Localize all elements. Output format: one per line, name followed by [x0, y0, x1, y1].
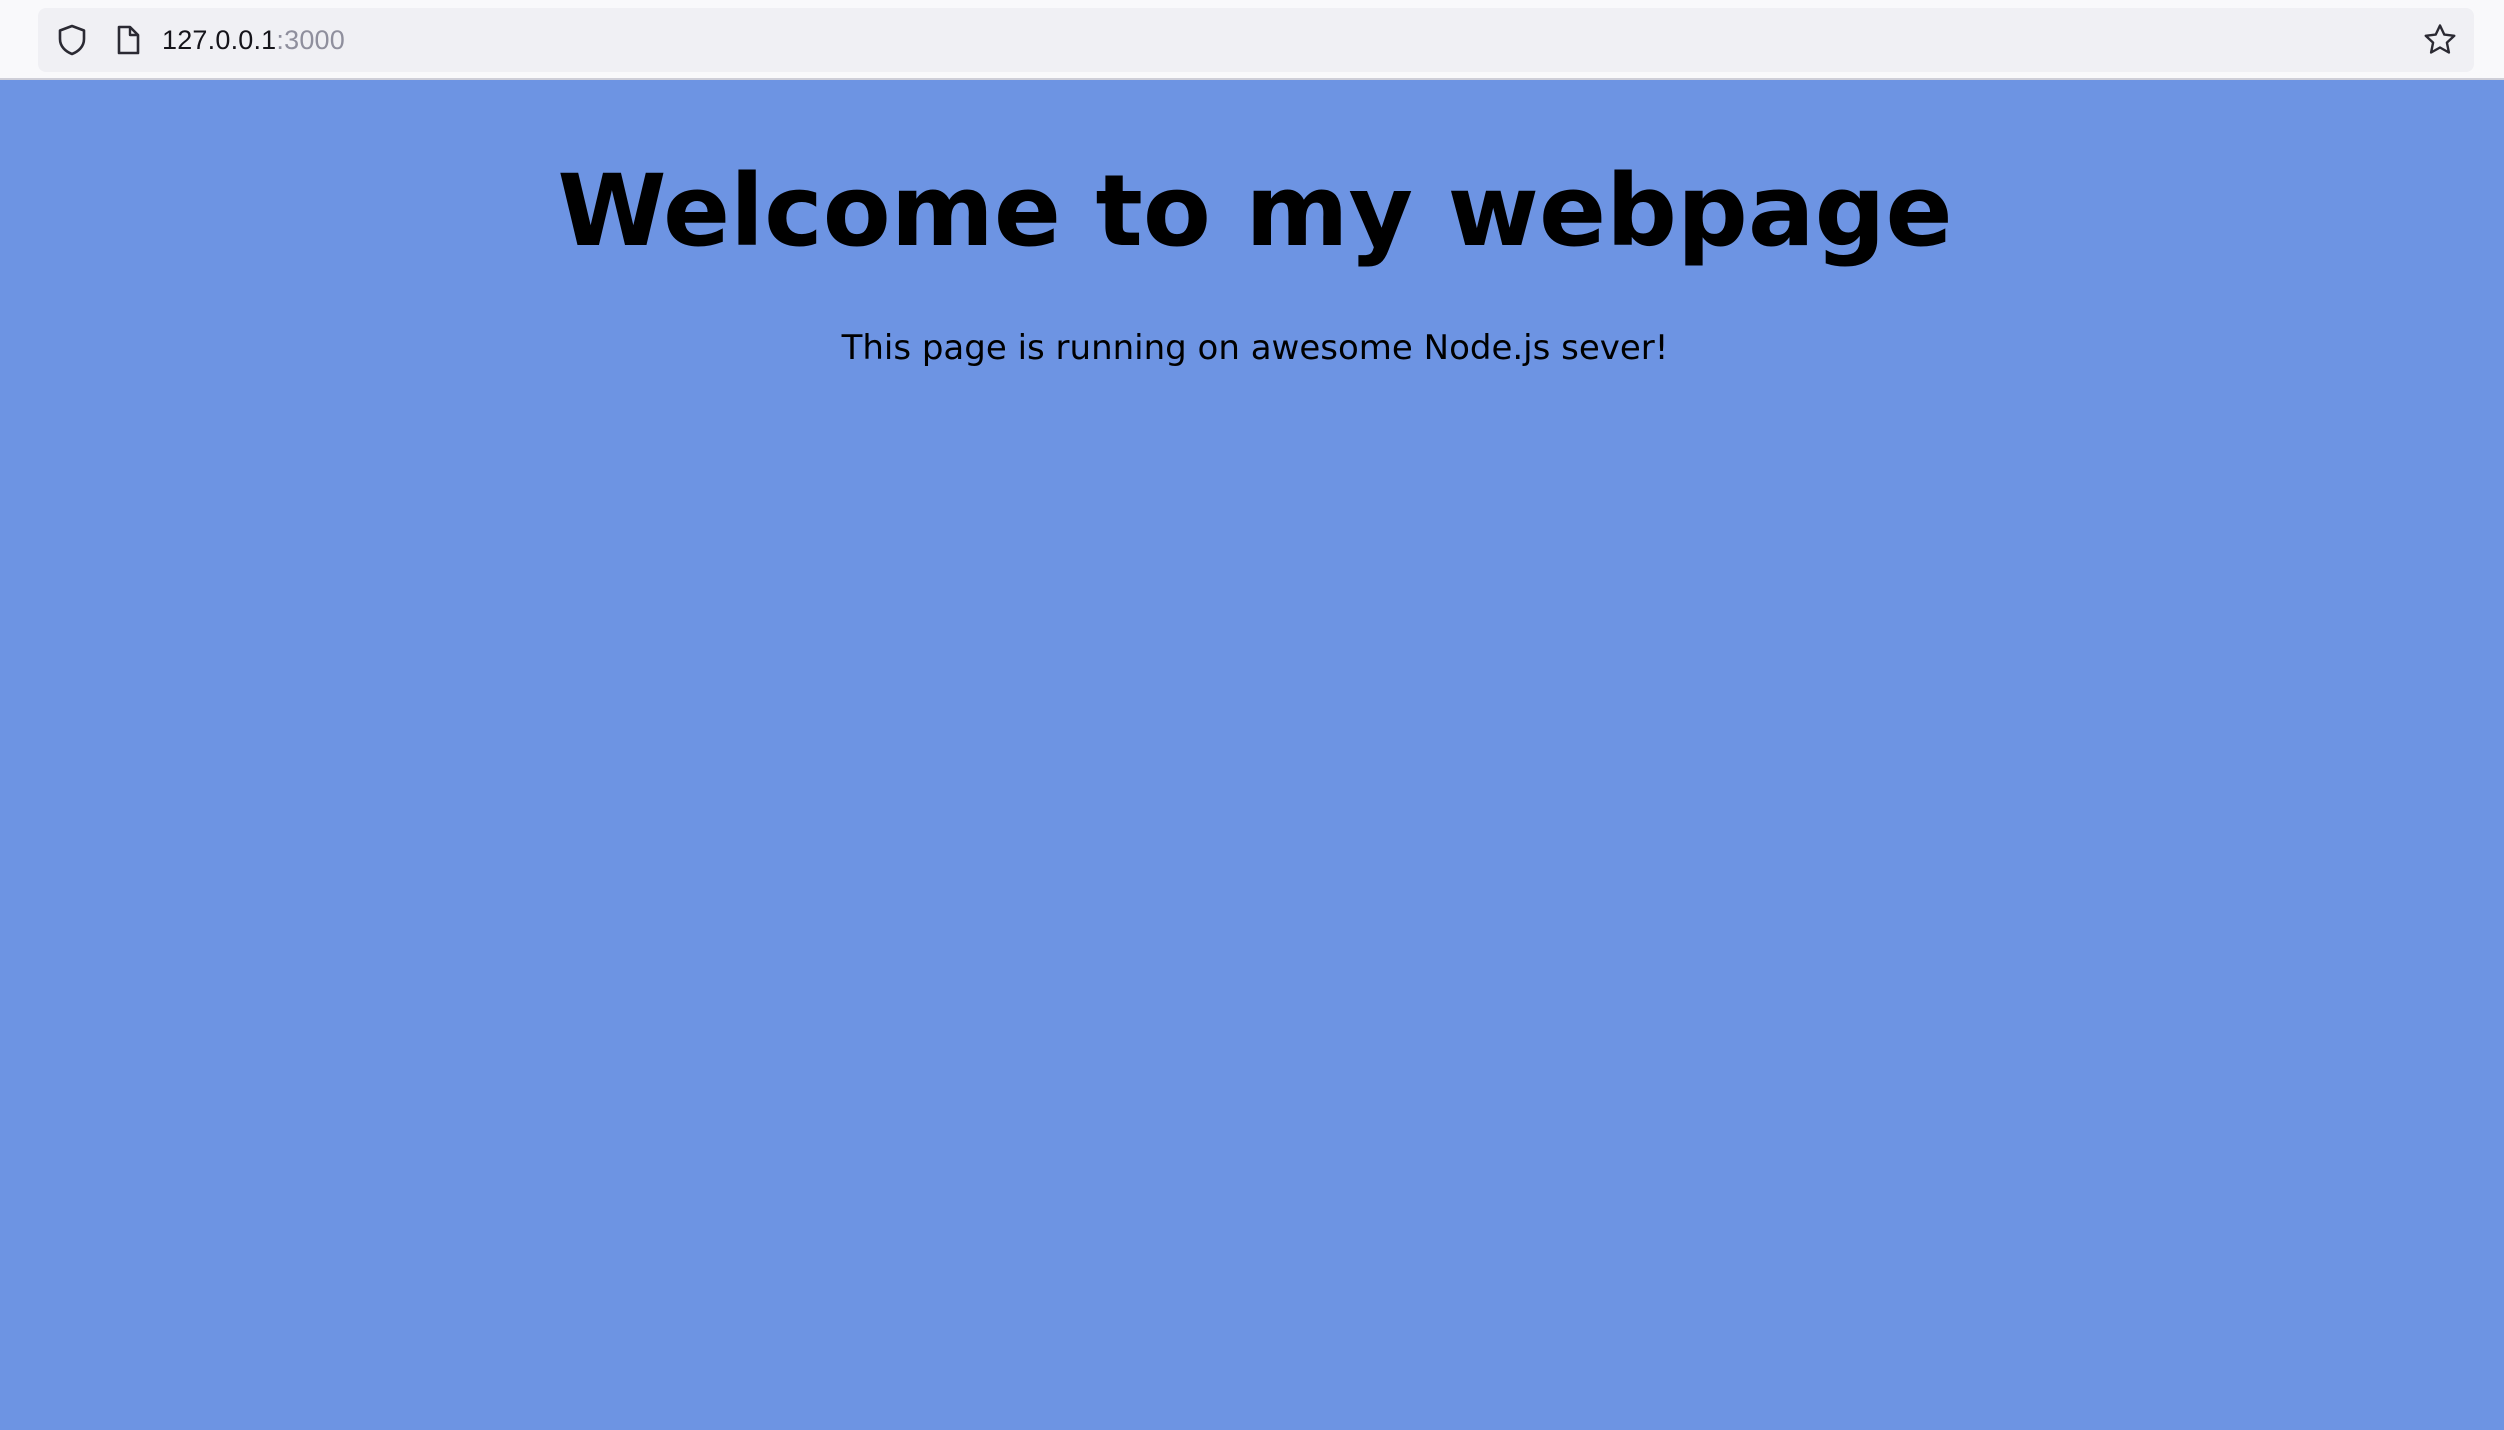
browser-toolbar: 127.0.0.1:3000 [0, 0, 2504, 80]
page-title: Welcome to my webpage [557, 154, 1953, 269]
page-icon[interactable] [110, 22, 146, 58]
address-bar[interactable]: 127.0.0.1:3000 [38, 8, 2474, 72]
shield-icon[interactable] [54, 22, 90, 58]
url-host: 127.0.0.1 [162, 25, 277, 55]
star-icon[interactable] [2420, 20, 2460, 60]
page-message: This page is running on awesome Node.js … [841, 328, 1669, 368]
url-port: :3000 [276, 25, 345, 55]
page-content: Welcome to my webpage This page is runni… [0, 80, 2504, 1430]
url-field[interactable]: 127.0.0.1:3000 [162, 8, 345, 72]
